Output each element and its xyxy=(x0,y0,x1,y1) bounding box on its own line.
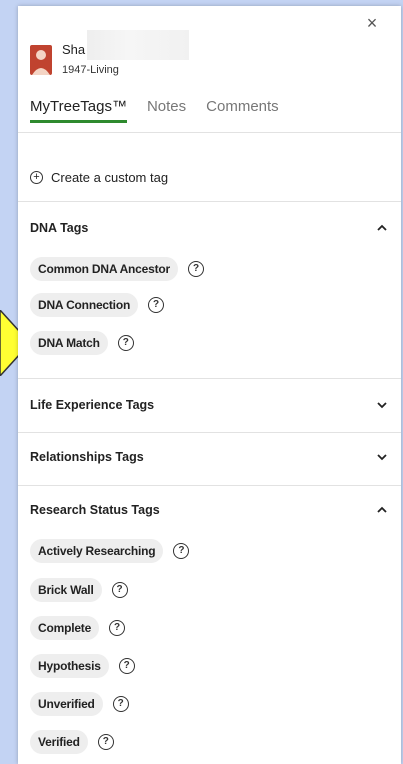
tag-row: Complete ? xyxy=(30,616,126,640)
section-title: DNA Tags xyxy=(30,221,89,235)
tag-row: Brick Wall ? xyxy=(30,578,128,602)
tag-actively-researching[interactable]: Actively Researching xyxy=(30,539,164,563)
help-icon[interactable]: ? xyxy=(173,543,190,559)
divider xyxy=(18,378,401,379)
help-icon[interactable]: ? xyxy=(148,297,165,313)
chevron-up-icon xyxy=(377,224,387,231)
tag-row: Common DNA Ancestor ? xyxy=(30,257,204,281)
tag-dna-connection[interactable]: DNA Connection xyxy=(30,293,139,317)
plus-circle-icon: + xyxy=(30,171,43,184)
divider xyxy=(18,485,401,486)
tag-row: Hypothesis ? xyxy=(30,654,135,678)
avatar xyxy=(30,45,52,75)
help-icon[interactable]: ? xyxy=(111,582,128,598)
tag-brick-wall[interactable]: Brick Wall xyxy=(30,578,102,602)
section-header-relationships-tags[interactable]: Relationships Tags xyxy=(30,446,388,468)
section-title: Life Experience Tags xyxy=(30,398,155,412)
help-icon[interactable]: ? xyxy=(117,335,134,351)
tag-row: DNA Match ? xyxy=(30,331,134,355)
help-icon[interactable]: ? xyxy=(109,620,126,636)
tag-unverified[interactable]: Unverified xyxy=(30,692,103,716)
person-dates: 1947-Living xyxy=(62,64,119,76)
tag-dna-match[interactable]: DNA Match xyxy=(30,331,108,355)
help-icon[interactable]: ? xyxy=(97,734,114,750)
person-header: Sha 1947-Living xyxy=(30,30,190,78)
tab-mytreetags[interactable]: MyTreeTags™ xyxy=(30,98,127,123)
chevron-up-icon xyxy=(377,506,387,513)
create-custom-tag-label: Create a custom tag xyxy=(51,170,169,185)
section-title: Research Status Tags xyxy=(30,503,160,517)
tag-common-dna-ancestor[interactable]: Common DNA Ancestor xyxy=(30,257,178,281)
tag-row: Unverified ? xyxy=(30,692,129,716)
create-custom-tag-button[interactable]: + Create a custom tag xyxy=(30,170,168,185)
section-header-dna-tags[interactable]: DNA Tags xyxy=(30,217,388,239)
person-name: Sha xyxy=(62,30,190,60)
help-icon[interactable]: ? xyxy=(188,261,204,277)
help-icon[interactable]: ? xyxy=(112,696,129,712)
tags-panel: × Sha 1947-Living MyTreeTags™ Notes Comm… xyxy=(18,6,401,764)
redacted-name xyxy=(87,30,190,60)
tab-divider xyxy=(18,132,401,133)
chevron-down-icon xyxy=(377,454,387,461)
tag-row: Actively Researching ? xyxy=(30,539,190,563)
help-icon[interactable]: ? xyxy=(118,658,135,674)
tag-verified[interactable]: Verified xyxy=(30,730,88,754)
section-header-life-experience-tags[interactable]: Life Experience Tags xyxy=(30,394,388,416)
divider xyxy=(18,201,401,202)
close-icon: × xyxy=(366,13,378,33)
tag-hypothesis[interactable]: Hypothesis xyxy=(30,654,109,678)
close-button[interactable]: × xyxy=(361,12,383,34)
tag-row: DNA Connection ? xyxy=(30,293,165,317)
tab-comments[interactable]: Comments xyxy=(206,98,279,123)
tab-bar: MyTreeTags™ Notes Comments xyxy=(30,98,299,123)
section-header-research-status-tags[interactable]: Research Status Tags xyxy=(30,499,388,521)
divider xyxy=(18,432,401,433)
chevron-down-icon xyxy=(377,402,387,409)
tag-complete[interactable]: Complete xyxy=(30,616,100,640)
tab-notes[interactable]: Notes xyxy=(147,98,186,123)
section-title: Relationships Tags xyxy=(30,450,144,464)
tag-row: Verified ? xyxy=(30,730,114,754)
